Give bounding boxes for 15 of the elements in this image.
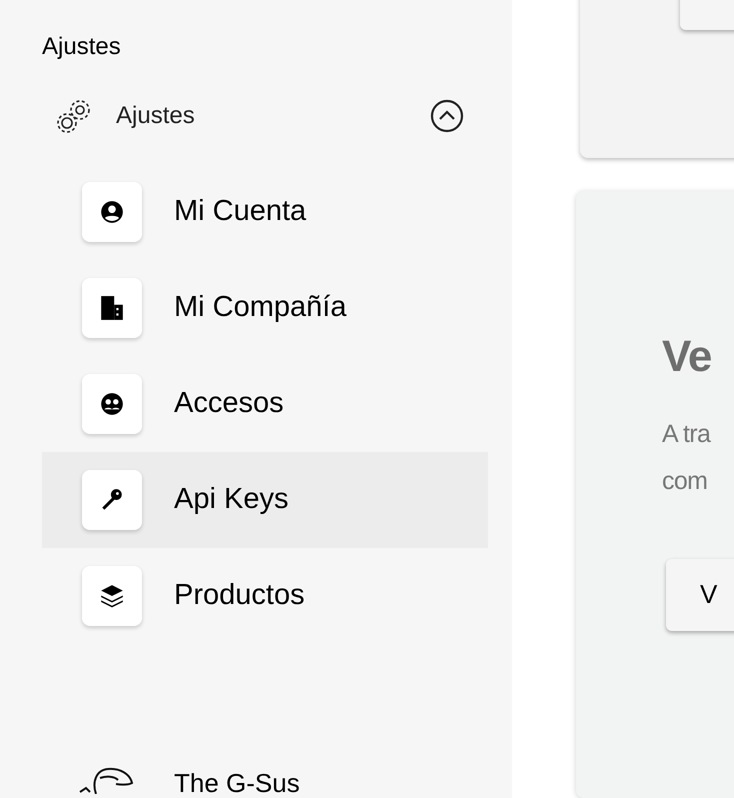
group-header[interactable]: Ajustes (42, 84, 488, 148)
section-title: Ajustes (42, 32, 121, 62)
menu-item[interactable]: Accesos (42, 356, 488, 452)
menu-item[interactable]: Mi Compañía (42, 260, 488, 356)
card-heading: Ve (662, 330, 712, 383)
menu-item[interactable]: Mi Cuenta (42, 164, 488, 260)
menu-item[interactable]: Api Keys (42, 452, 488, 548)
layers-icon (99, 583, 125, 609)
building-icon (99, 295, 125, 321)
card-text-line: A tra (662, 418, 710, 450)
brand-name: The G-Sus (174, 768, 300, 798)
card-text-line: com (662, 466, 708, 497)
menu-item[interactable]: Productos (42, 548, 488, 644)
account-icon (99, 199, 125, 225)
card-button[interactable]: V (666, 558, 734, 631)
